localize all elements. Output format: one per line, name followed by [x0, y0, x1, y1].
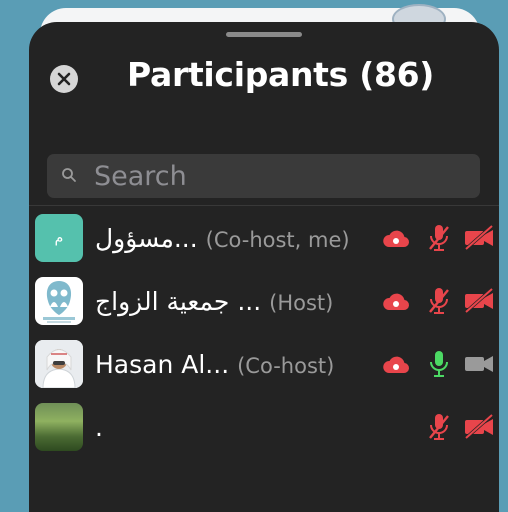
search-input[interactable]: Search	[47, 154, 480, 198]
participant-name: مسؤول... (Co-host, me)	[95, 224, 350, 253]
close-icon	[57, 72, 71, 86]
mic-muted-icon[interactable]	[427, 286, 451, 316]
participant-row[interactable]: م مسؤول... (Co-host, me)	[29, 206, 499, 269]
participant-display-name: .	[95, 413, 103, 442]
participant-row[interactable]: جمعية الزواج ... (Host)	[29, 269, 499, 332]
video-off-icon[interactable]	[463, 286, 495, 316]
drag-handle[interactable]	[226, 32, 302, 37]
page-title: Participants (86)	[127, 55, 435, 94]
video-off-icon[interactable]	[463, 223, 495, 253]
close-button[interactable]	[50, 65, 78, 93]
cloud-record-icon	[383, 230, 410, 248]
mic-on-icon[interactable]	[427, 349, 451, 379]
video-on-icon[interactable]	[463, 349, 495, 379]
mic-muted-icon[interactable]	[427, 223, 451, 253]
participant-row[interactable]: .	[29, 395, 499, 458]
participant-name: Hasan Al... (Co-host)	[95, 350, 334, 379]
video-off-icon[interactable]	[463, 412, 495, 442]
cloud-record-icon	[383, 293, 410, 311]
participant-display-name: مسؤول...	[95, 224, 198, 253]
participant-role: (Host)	[269, 291, 334, 315]
search-placeholder: Search	[94, 161, 187, 192]
participant-name: .	[95, 413, 103, 442]
search-icon	[62, 168, 76, 182]
participant-list: م مسؤول... (Co-host, me) جمعية الزواج ..…	[29, 205, 499, 458]
participants-panel: Participants (86) Search م مسؤول... (Co-…	[29, 22, 499, 512]
avatar-initial: م	[54, 230, 64, 246]
avatar	[35, 340, 83, 388]
participant-name: جمعية الزواج ... (Host)	[95, 287, 333, 316]
avatar: م	[35, 214, 83, 262]
participant-role: (Co-host, me)	[205, 228, 350, 252]
avatar	[35, 403, 83, 451]
mic-muted-icon[interactable]	[427, 412, 451, 442]
avatar	[35, 277, 83, 325]
participant-row[interactable]: Hasan Al... (Co-host)	[29, 332, 499, 395]
organization-logo-icon	[43, 281, 75, 323]
person-photo-icon	[35, 340, 83, 388]
participant-display-name: جمعية الزواج ...	[95, 287, 262, 316]
participant-role: (Co-host)	[237, 354, 335, 378]
cloud-record-icon	[383, 356, 410, 374]
participant-display-name: Hasan Al...	[95, 350, 230, 379]
